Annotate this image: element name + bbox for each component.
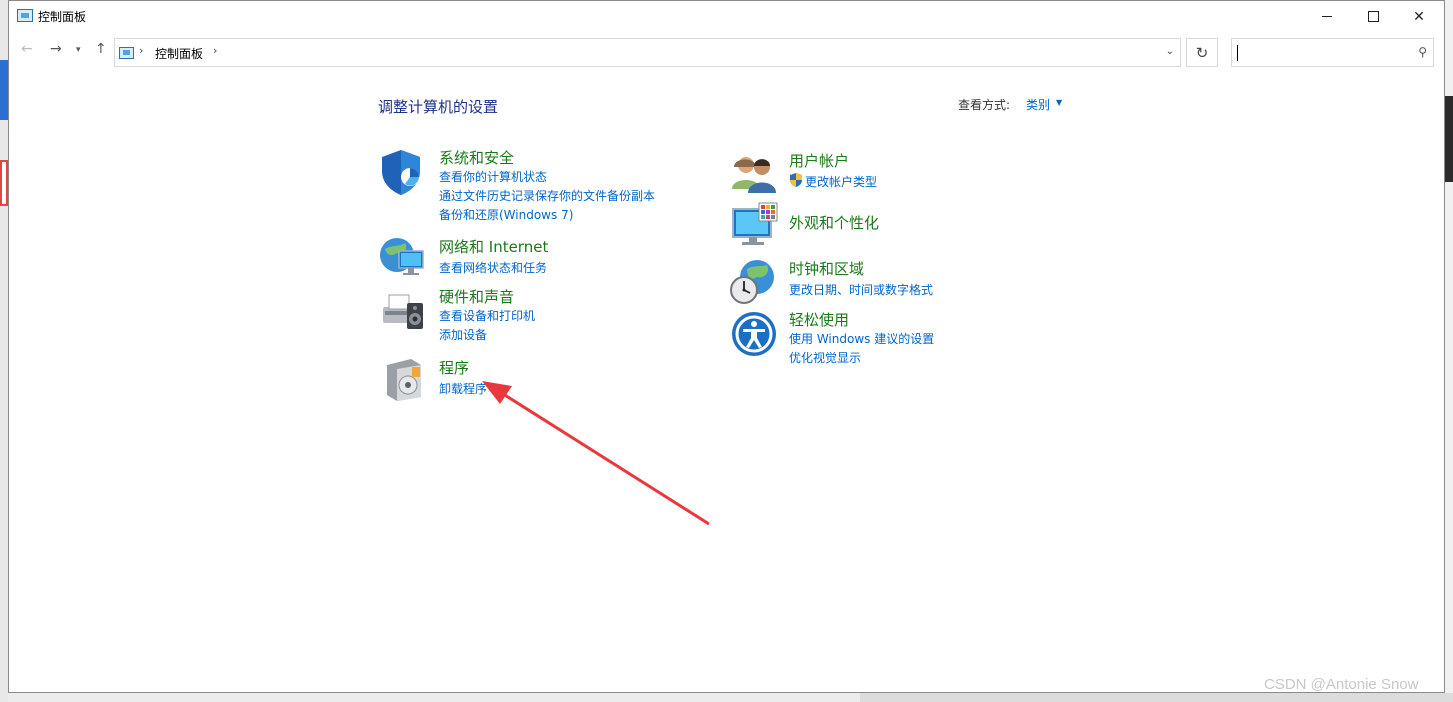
close-button[interactable]: ✕ [1396,1,1442,32]
category-link[interactable]: 备份和还原(Windows 7) [439,206,573,223]
category-link[interactable]: 通过文件历史记录保存你的文件备份副本 [439,187,655,204]
breadcrumb-control-panel[interactable]: 控制面板 [155,45,203,62]
back-button[interactable]: ← [21,41,33,57]
maximize-icon [1367,11,1379,22]
forward-button[interactable]: → [50,41,62,57]
user-accounts-icon[interactable] [729,149,779,199]
refresh-icon: ↻ [1195,43,1209,62]
background-window-right [1445,0,1453,702]
category-link[interactable]: 更改日期、时间或数字格式 [789,281,933,298]
clock-globe-icon[interactable] [727,257,777,307]
up-button[interactable]: ↑ [95,41,107,57]
category-title[interactable]: 硬件和声音 [439,286,514,307]
control-panel-window: 控制面板 ✕ ← → ▾ ↑ › 控制面板 › ⌄ ↻ ⚲ 调整计算机的设置 查… [8,0,1445,693]
window-title: 控制面板 [38,10,87,24]
background-window-left [0,0,8,702]
page-title: 调整计算机的设置 [378,98,499,116]
category-link[interactable]: 优化视觉显示 [789,349,861,366]
watermark: CSDN @Antonie Snow [1264,676,1419,693]
view-by-label: 查看方式: [958,98,1011,112]
chevron-right-icon[interactable]: › [213,44,217,57]
uninstall-program-link[interactable]: 卸载程序 [439,380,487,397]
shield-icon[interactable] [377,147,427,197]
search-box[interactable]: ⚲ [1231,38,1434,67]
category-link[interactable]: 添加设备 [439,326,487,343]
chevron-right-icon[interactable]: › [139,44,143,57]
category-title[interactable]: 外观和个性化 [789,212,879,233]
refresh-button[interactable]: ↻ [1186,38,1218,67]
category-title[interactable]: 轻松使用 [789,309,849,330]
minimize-button[interactable] [1304,1,1350,32]
category-title[interactable]: 用户帐户 [789,150,849,171]
address-bar[interactable]: › 控制面板 › ⌄ [114,38,1181,67]
control-panel-icon [17,9,33,22]
ease-of-access-icon[interactable] [729,309,779,359]
title-bar[interactable]: 控制面板 ✕ [9,1,1444,32]
search-input[interactable] [1236,42,1410,64]
minimize-icon [1322,16,1332,17]
navigation-bar: ← → ▾ ↑ › 控制面板 › ⌄ ↻ ⚲ [9,36,1444,68]
appearance-icon[interactable] [729,201,779,251]
network-globe-icon[interactable] [377,233,427,283]
maximize-button[interactable] [1350,1,1396,32]
category-link[interactable]: 使用 Windows 建议的设置 [789,330,934,347]
category-link[interactable]: 更改帐户类型 [805,173,877,190]
background-window-bottom [860,693,1453,702]
category-link[interactable]: 查看网络状态和任务 [439,259,547,276]
view-by-dropdown[interactable]: 类别 [1026,96,1050,113]
category-title[interactable]: 时钟和区域 [789,258,864,279]
control-panel-icon [119,47,134,59]
close-icon: ✕ [1413,8,1425,25]
chevron-down-icon[interactable]: ⌄ [1166,46,1174,57]
uac-shield-icon [790,173,802,187]
category-title[interactable]: 程序 [439,357,469,378]
printer-speaker-icon[interactable] [377,285,427,335]
category-title[interactable]: 系统和安全 [439,147,514,168]
recent-locations-button[interactable]: ▾ [76,45,81,55]
chevron-down-icon[interactable]: ▼ [1056,98,1062,107]
category-title[interactable]: 网络和 Internet [439,236,548,257]
category-link[interactable]: 查看你的计算机状态 [439,168,547,185]
programs-icon[interactable] [379,353,429,403]
search-icon[interactable]: ⚲ [1418,45,1427,59]
category-link[interactable]: 查看设备和打印机 [439,307,535,324]
